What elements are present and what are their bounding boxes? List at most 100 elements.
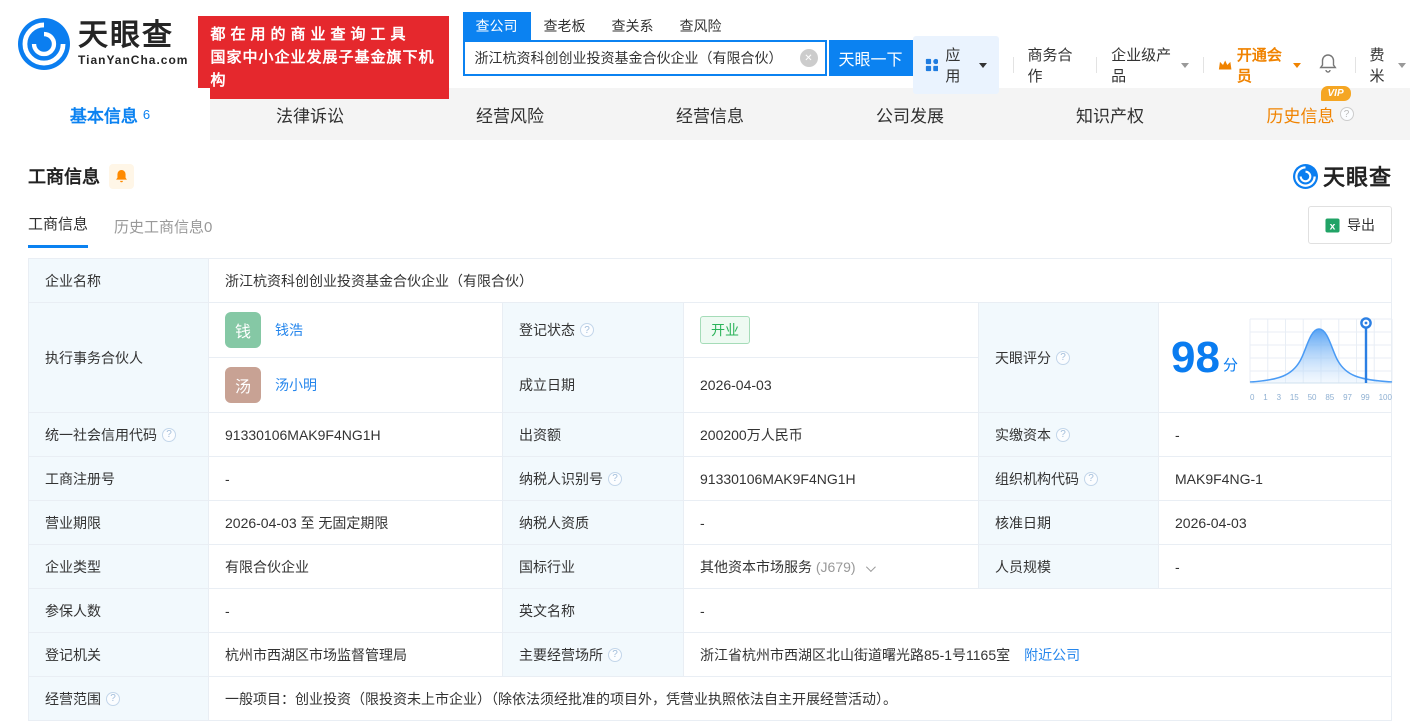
business-info-table: 企业名称 浙江杭资科创创业投资基金合伙企业（有限合伙） 执行事务合伙人 钱 钱浩… bbox=[28, 258, 1393, 721]
svg-text:x: x bbox=[1330, 221, 1336, 232]
vip-badge: VIP bbox=[1320, 85, 1351, 101]
help-icon[interactable] bbox=[1339, 107, 1354, 121]
tab-intellectual-property[interactable]: 知识产权 bbox=[1010, 88, 1210, 140]
help-icon[interactable] bbox=[608, 647, 622, 662]
help-icon[interactable] bbox=[1056, 427, 1070, 442]
tab-company-development[interactable]: 公司发展 bbox=[810, 88, 1010, 140]
nav-cooperation[interactable]: 商务合作 bbox=[1027, 44, 1082, 86]
est-date-label: 成立日期 bbox=[502, 357, 684, 413]
score-cell: 98 分 0 1 3 15 50 85 97 99 100 bbox=[1158, 302, 1393, 413]
page-header: 天眼查 TianYanCha.com 都在用的商业查询工具 国家中小企业发展子基… bbox=[0, 0, 1420, 99]
export-label: 导出 bbox=[1347, 217, 1375, 233]
chevron-down-icon bbox=[978, 62, 987, 68]
table-row: 登记机关 杭州市西湖区市场监督管理局 主要经营场所 浙江省杭州市西湖区北山街道曙… bbox=[28, 632, 1392, 677]
tab-operating-risk[interactable]: 经营风险 bbox=[410, 88, 610, 140]
search-button[interactable]: 天眼一下 bbox=[828, 40, 913, 76]
subscribe-bell-icon[interactable] bbox=[109, 163, 134, 189]
reg-status-label: 登记状态 bbox=[502, 302, 684, 358]
partner-1-link[interactable]: 钱浩 bbox=[275, 320, 303, 340]
industry-name: 其他资本市场服务 bbox=[700, 558, 812, 575]
search-tab-risk[interactable]: 查风险 bbox=[667, 12, 735, 40]
score-distribution-chart: 0 1 3 15 50 85 97 99 100 bbox=[1246, 313, 1396, 402]
score-label: 天眼评分 bbox=[978, 302, 1159, 413]
industry-code: (J679) bbox=[815, 558, 856, 575]
brand-name: 天眼查 bbox=[78, 19, 174, 52]
help-icon[interactable] bbox=[106, 691, 120, 706]
export-button[interactable]: x 导出 bbox=[1308, 206, 1392, 244]
address-text: 浙江省杭州市西湖区北山街道曙光路85-1号1165室 bbox=[700, 646, 1011, 663]
help-icon[interactable] bbox=[1084, 471, 1098, 486]
uscc-label: 统一社会信用代码 bbox=[28, 412, 209, 457]
avatar[interactable]: 汤 bbox=[225, 367, 261, 403]
tab-legal[interactable]: 法律诉讼 bbox=[210, 88, 410, 140]
main-tabbar: 基本信息 6 法律诉讼 经营风险 经营信息 公司发展 知识产权 历史信息 VIP bbox=[10, 85, 1410, 140]
score-axis-ticks: 0 1 3 15 50 85 97 99 100 bbox=[1249, 393, 1392, 402]
clear-search-icon[interactable] bbox=[799, 49, 818, 67]
term-label: 营业期限 bbox=[28, 500, 209, 545]
username-label: 费米 bbox=[1369, 47, 1385, 85]
subtab-history-business-info[interactable]: 历史工商信息0 bbox=[114, 216, 212, 248]
taxid-value: 91330106MAK9F4NG1H bbox=[683, 456, 979, 501]
chevron-down-icon[interactable] bbox=[866, 561, 877, 572]
subtab-business-info[interactable]: 工商信息 bbox=[28, 213, 89, 248]
score-value: 98 bbox=[1171, 332, 1220, 382]
subtab-history-label: 历史工商信息 bbox=[114, 219, 205, 236]
status-badge: 开业 bbox=[700, 316, 750, 344]
user-menu[interactable]: 费米 bbox=[1369, 44, 1406, 86]
divider bbox=[1096, 57, 1098, 73]
table-row: 企业类型 有限合伙企业 国标行业 其他资本市场服务 (J679) 人员规模 - bbox=[28, 544, 1392, 589]
tax-qual-value: - bbox=[683, 500, 979, 545]
reg-authority-label: 登记机关 bbox=[28, 632, 209, 677]
tab-history-label: 历史信息 bbox=[1266, 106, 1335, 126]
enterprise-products-label: 企业级产品 bbox=[1111, 47, 1172, 85]
search-tab-relation[interactable]: 查关系 bbox=[599, 12, 667, 40]
insured-label: 参保人数 bbox=[28, 588, 209, 633]
search-tab-company[interactable]: 查公司 bbox=[462, 12, 531, 40]
help-icon[interactable] bbox=[162, 427, 176, 442]
reg-status-value: 开业 bbox=[683, 302, 979, 358]
type-label: 企业类型 bbox=[28, 544, 209, 589]
table-row: 执行事务合伙人 钱 钱浩 登记状态 开业 天眼评分 98 分 bbox=[28, 302, 1393, 413]
chevron-down-icon bbox=[1397, 62, 1406, 68]
scope-label: 经营范围 bbox=[28, 676, 209, 721]
industry-label: 国标行业 bbox=[502, 544, 684, 589]
tab-operating-info[interactable]: 经营信息 bbox=[610, 88, 810, 140]
apps-menu-button[interactable]: 应用 bbox=[912, 36, 999, 94]
divider bbox=[1202, 57, 1204, 73]
type-value: 有限合伙企业 bbox=[208, 544, 503, 589]
apps-grid-icon bbox=[925, 58, 938, 72]
paidin-label: 实缴资本 bbox=[978, 412, 1159, 457]
help-icon[interactable] bbox=[580, 323, 594, 337]
help-icon[interactable] bbox=[1056, 350, 1070, 365]
notification-bell-icon[interactable] bbox=[1318, 53, 1337, 77]
insured-value: - bbox=[208, 588, 503, 633]
promo-line2: 国家中小企业发展子基金旗下机构 bbox=[210, 49, 435, 89]
contribution-value: 200200万人民币 bbox=[683, 412, 979, 457]
address-label: 主要经营场所 bbox=[502, 632, 684, 677]
tab-history-info[interactable]: 历史信息 VIP bbox=[1210, 85, 1410, 140]
search-tab-boss[interactable]: 查老板 bbox=[531, 12, 599, 40]
tab-basic-label: 基本信息 bbox=[69, 106, 138, 126]
tianyancha-logo[interactable]: 天眼查 TianYanCha.com bbox=[18, 18, 188, 70]
approve-date-value: 2026-04-03 bbox=[1158, 500, 1392, 545]
address-value: 浙江省杭州市西湖区北山街道曙光路85-1号1165室 附近公司 bbox=[683, 632, 1392, 677]
nav-enterprise-products[interactable]: 企业级产品 bbox=[1111, 44, 1189, 86]
avatar[interactable]: 钱 bbox=[225, 312, 261, 348]
section-title: 工商信息 bbox=[28, 167, 100, 187]
watermark-logo: 天眼查 bbox=[1292, 160, 1392, 192]
reg-authority-value: 杭州市西湖区市场监督管理局 bbox=[208, 632, 503, 677]
open-vip-button[interactable]: 开通会员 bbox=[1218, 44, 1301, 86]
company-name-label: 企业名称 bbox=[28, 258, 209, 303]
divider bbox=[1354, 57, 1356, 73]
excel-icon: x bbox=[1325, 217, 1340, 233]
nearby-companies-link[interactable]: 附近公司 bbox=[1024, 645, 1080, 665]
partner-2-link[interactable]: 汤小明 bbox=[275, 375, 317, 395]
search-input[interactable] bbox=[462, 40, 827, 76]
help-icon[interactable] bbox=[608, 471, 622, 486]
promo-banner: 都在用的商业查询工具 国家中小企业发展子基金旗下机构 bbox=[198, 16, 449, 99]
watermark-logo-icon bbox=[1292, 163, 1318, 189]
tab-basic-info[interactable]: 基本信息 6 bbox=[10, 88, 210, 140]
regno-value: - bbox=[208, 456, 503, 501]
table-row: 经营范围 一般项目：创业投资（限投资未上市企业）（除依法须经批准的项目外，凭营业… bbox=[28, 676, 1392, 721]
term-value: 2026-04-03 至 无固定期限 bbox=[208, 500, 503, 545]
